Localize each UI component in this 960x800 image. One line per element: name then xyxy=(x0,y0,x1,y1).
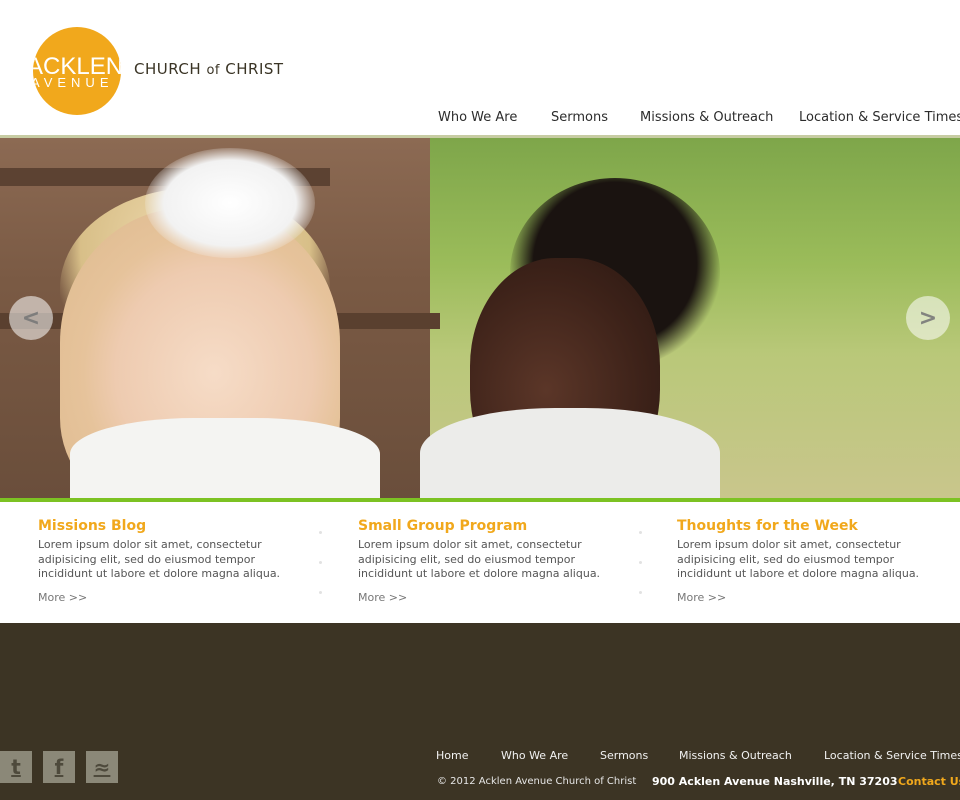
slider-next-arrow-icon[interactable]: > xyxy=(906,296,950,340)
feature-title[interactable]: Thoughts for the Week xyxy=(677,518,947,534)
feature-divider xyxy=(319,531,323,601)
footer-nav-home[interactable]: Home xyxy=(436,749,468,762)
twitter-icon[interactable]: t xyxy=(0,751,32,783)
feature-divider xyxy=(639,531,643,601)
logo[interactable]: ACKLEN AVENUE xyxy=(33,27,121,115)
site-header: ACKLEN AVENUE CHURCH of CHRIST Who We Ar… xyxy=(0,0,960,135)
feature-text: Lorem ipsum dolor sit amet, consectetur … xyxy=(38,538,281,580)
feature-title[interactable]: Missions Blog xyxy=(38,518,308,534)
hero-slider-image xyxy=(0,138,960,498)
nav-sermons[interactable]: Sermons xyxy=(551,110,608,125)
feature-small-group-program: Small Group Program Lorem ipsum dolor si… xyxy=(358,518,628,604)
rss-icon[interactable]: ≈ xyxy=(86,751,118,783)
address-text: 900 Acklen Avenue Nashville, TN 37203 xyxy=(652,775,898,788)
footer-nav-who-we-are[interactable]: Who We Are xyxy=(501,749,568,762)
footer-nav-missions-outreach[interactable]: Missions & Outreach xyxy=(679,749,792,762)
logo-subword: AVENUE xyxy=(33,75,114,90)
footer-nav-location-service-times[interactable]: Location & Service Times xyxy=(824,749,960,762)
footer-nav-sermons[interactable]: Sermons xyxy=(600,749,648,762)
feature-more-link[interactable]: More >> xyxy=(677,591,947,604)
feature-section: Missions Blog Lorem ipsum dolor sit amet… xyxy=(0,502,960,623)
contact-us-link[interactable]: Contact Us xyxy=(898,775,960,788)
feature-text: Lorem ipsum dolor sit amet, consectetur … xyxy=(358,538,601,580)
feature-text: Lorem ipsum dolor sit amet, consectetur … xyxy=(677,538,920,580)
feature-more-link[interactable]: More >> xyxy=(38,591,308,604)
slider-prev-arrow-icon[interactable]: < xyxy=(9,296,53,340)
copyright-text: © 2012 Acklen Avenue Church of Christ xyxy=(437,776,637,787)
feature-more-link[interactable]: More >> xyxy=(358,591,628,604)
feature-title[interactable]: Small Group Program xyxy=(358,518,628,534)
main-nav: Who We Are Sermons Missions & Outreach L… xyxy=(0,110,960,130)
feature-thoughts-for-the-week: Thoughts for the Week Lorem ipsum dolor … xyxy=(677,518,947,604)
site-footer: t f ≈ Home Who We Are Sermons Missions &… xyxy=(0,623,960,800)
nav-who-we-are[interactable]: Who We Are xyxy=(438,110,517,125)
nav-location-service-times[interactable]: Location & Service Times xyxy=(799,110,960,125)
facebook-icon[interactable]: f xyxy=(43,751,75,783)
feature-missions-blog: Missions Blog Lorem ipsum dolor sit amet… xyxy=(38,518,308,604)
logo-tagline: CHURCH of CHRIST xyxy=(134,60,284,78)
nav-missions-outreach[interactable]: Missions & Outreach xyxy=(640,110,773,125)
